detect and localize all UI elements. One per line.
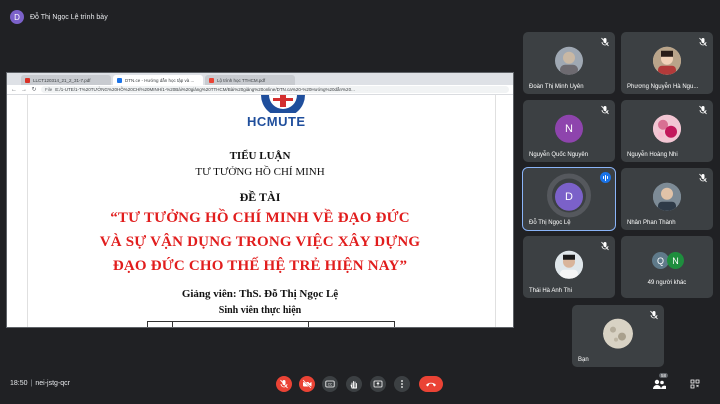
meeting-info: 18:50 | nei-jstg-qcr: [10, 380, 70, 387]
participant-tile[interactable]: Nguyễn Hoàng Nhi: [621, 100, 713, 162]
mic-off-icon: [699, 37, 707, 47]
participant-name: Thái Hà Anh Thi: [529, 288, 572, 294]
reload-icon[interactable]: ↻: [31, 86, 37, 93]
mic-off-icon: [601, 105, 609, 115]
participant-name: Nguyễn Quốc Nguyên: [529, 152, 589, 158]
pdf-icon: [25, 77, 30, 83]
avatar: N: [667, 252, 684, 269]
doc-lecturer: Giảng viên: ThS. Đỗ Thị Ngọc Lệ: [181, 288, 339, 300]
participant-tile[interactable]: N Nguyễn Quốc Nguyên: [523, 100, 615, 162]
self-tile[interactable]: Bạn: [572, 305, 664, 367]
camera-toggle-button[interactable]: [299, 376, 315, 392]
participant-tile[interactable]: Phương Nguyễn Hà Ngu...: [621, 32, 713, 94]
avatar: [555, 46, 583, 75]
clock: 18:50: [10, 380, 28, 387]
participant-name: Đoàn Thị Minh Uyên: [529, 84, 584, 90]
doc-students: Sinh viên thực hiện: [218, 305, 302, 316]
presenter-avatar: D: [10, 10, 24, 24]
others-label: 49 người khác: [647, 280, 687, 286]
doc-title-line: VÀ SỰ VẬN DỤNG TRONG VIỆC XÂY DỰNG: [99, 234, 421, 250]
present-button[interactable]: [370, 376, 386, 392]
raise-hand-button[interactable]: [346, 376, 362, 392]
url-scheme-label: File: [45, 87, 53, 92]
url-text: E:/1-UTE/1-T%20TƯỞNG%20HỒ%20CHÍ%20MINH/1…: [55, 87, 355, 92]
hand-icon: [350, 381, 357, 389]
back-icon[interactable]: ←: [11, 87, 17, 93]
svg-text:CC: CC: [328, 382, 333, 386]
speaking-indicator-icon: [600, 172, 611, 183]
leave-call-button[interactable]: [419, 376, 443, 392]
address-bar: ← → ↻ File E:/1-UTE/1-T%20TƯỞNG%20HỒ%20C…: [7, 85, 513, 95]
end-call-icon: [426, 382, 436, 387]
browser-tab-label: LLCT120314_21_2_31-7.pdf: [33, 77, 91, 83]
doc-heading: TIỂU LUẬN: [229, 150, 291, 162]
doc-topic-label: ĐỀ TÀI: [239, 190, 281, 204]
browser-tab-1[interactable]: LLCT120314_21_2_31-7.pdf: [21, 75, 111, 85]
captions-icon: CC: [325, 380, 335, 388]
participant-name: Nguyễn Hoàng Nhi: [627, 152, 678, 158]
presenter-banner: D Đỗ Thị Ngọc Lệ trình bày: [10, 8, 108, 26]
mic-off-icon: [699, 173, 707, 183]
browser-tab-3[interactable]: Lộ trình học TTHCM.pdf: [205, 75, 295, 85]
people-icon[interactable]: [652, 378, 666, 390]
doc-title-line: “TƯ TƯỞNG HỒ CHÍ MINH VỀ ĐẠO ĐỨC: [110, 210, 410, 226]
browser-tab-label: Lộ trình học TTHCM.pdf: [217, 77, 266, 83]
meeting-code: nei-jstg-qcr: [35, 380, 70, 387]
page-icon: [117, 77, 122, 83]
participant-tile[interactable]: Đoàn Thị Minh Uyên: [523, 32, 615, 94]
activities-icon[interactable]: [690, 379, 700, 389]
participant-tile[interactable]: Nhân Phan Thành: [621, 168, 713, 230]
forward-icon[interactable]: →: [21, 87, 27, 93]
table-divider: [308, 322, 309, 327]
participant-name: Nhân Phan Thành: [627, 220, 676, 226]
mic-off-icon: [601, 241, 609, 251]
url-field[interactable]: File E:/1-UTE/1-T%20TƯỞNG%20HỒ%20CHÍ%20M…: [41, 86, 509, 93]
participant-name: Bạn: [578, 357, 589, 363]
camera-off-icon: [302, 379, 312, 389]
mic-off-icon: [280, 379, 288, 389]
browser-tabstrip: LLCT120314_21_2_31-7.pdf DTN.ce - Hướng …: [7, 73, 513, 85]
avatar: [603, 318, 633, 349]
participant-name: Phương Nguyễn Hà Ngu...: [627, 84, 699, 90]
avatar: N: [555, 114, 583, 143]
captions-button[interactable]: CC: [322, 376, 338, 392]
more-options-button[interactable]: [394, 376, 410, 392]
presenter-label: Đỗ Thị Ngọc Lệ trình bày: [30, 13, 108, 21]
mic-toggle-button[interactable]: [276, 376, 292, 392]
doc-subject: TƯ TƯỞNG HỒ CHÍ MINH: [195, 166, 325, 178]
browser-tab-label: DTN.ce - Hướng dẫn học tập và ...: [125, 77, 195, 83]
mic-off-icon: [601, 37, 609, 47]
avatar: [555, 250, 583, 279]
people-count-badge: 58: [659, 373, 669, 378]
mic-off-icon: [650, 310, 658, 320]
university-logo: [261, 95, 305, 113]
table-divider: [172, 322, 173, 327]
student-table: [147, 321, 395, 327]
participant-tile[interactable]: Thái Hà Anh Thi: [523, 236, 615, 298]
avatar: [653, 182, 681, 211]
logo-text: HCMUTE: [247, 114, 306, 129]
more-vert-icon: [401, 380, 403, 388]
participant-name: Đỗ Thị Ngọc Lệ: [529, 220, 571, 226]
avatar: [653, 46, 681, 75]
doc-title-line: ĐẠO ĐỨC CHO THẾ HỆ TRẺ HIỆN NAY”: [112, 258, 408, 274]
pdf-icon: [209, 77, 214, 83]
browser-tab-2[interactable]: DTN.ce - Hướng dẫn học tập và ...: [113, 75, 203, 85]
present-screen-icon: [373, 380, 383, 388]
participant-tile-speaking[interactable]: D Đỗ Thị Ngọc Lệ: [522, 167, 616, 231]
shared-screen: LLCT120314_21_2_31-7.pdf DTN.ce - Hướng …: [6, 72, 514, 328]
avatar: [653, 114, 681, 143]
mic-off-icon: [699, 105, 707, 115]
pdf-document: HCMUTE TIỂU LUẬN TƯ TƯỞNG HỒ CHÍ MINH ĐỀ…: [7, 95, 513, 327]
others-tile[interactable]: Q N 49 người khác: [621, 236, 713, 298]
avatar: D: [555, 182, 583, 211]
